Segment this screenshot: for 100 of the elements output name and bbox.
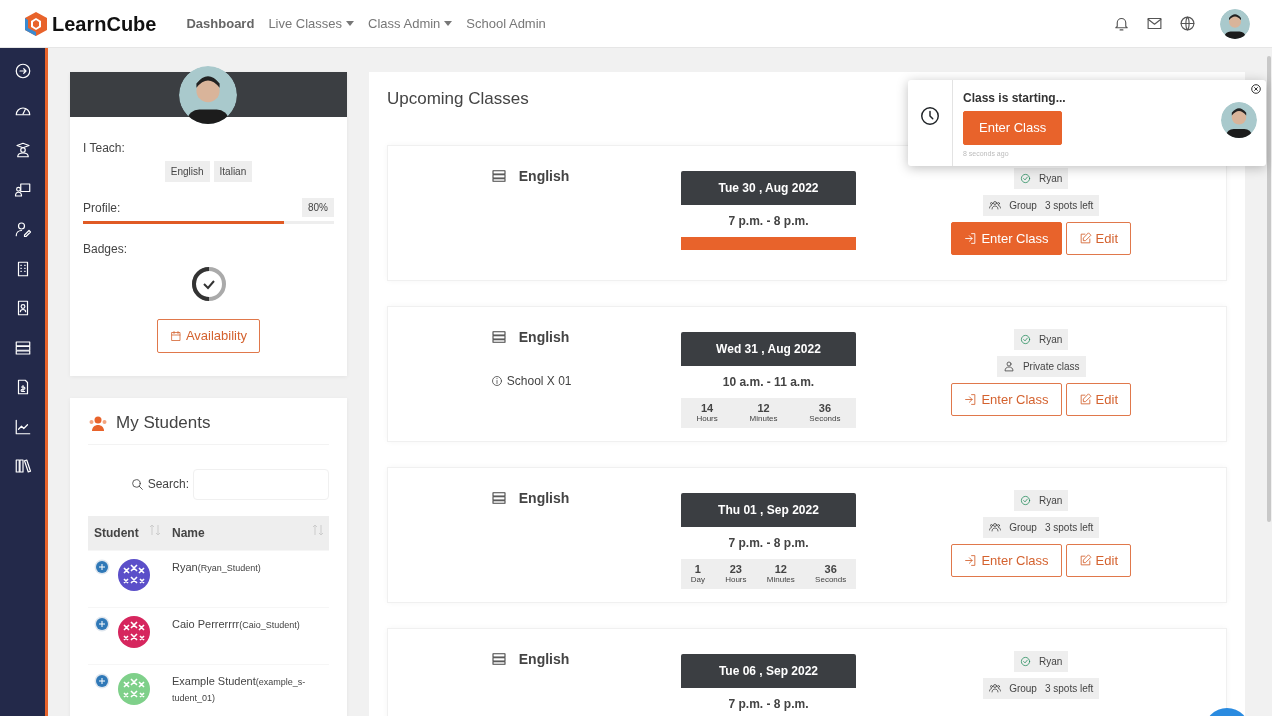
info-icon (490, 374, 503, 387)
expand-icon[interactable] (94, 615, 110, 632)
edit-icon (1078, 553, 1092, 567)
user-avatar (1220, 8, 1250, 39)
countdown-unit: Day (690, 575, 705, 584)
countdown-unit: Minutes (766, 575, 795, 584)
class-type-tag: Private class (996, 355, 1086, 377)
badges-label: Badges: (83, 241, 129, 258)
class-type-tag: Group 3 spots left (983, 677, 1100, 699)
group-icon (989, 521, 1002, 533)
check-circle-icon (1020, 494, 1032, 506)
nav-link[interactable]: Dashboard (186, 13, 255, 34)
edit-button[interactable]: Edit (1065, 543, 1131, 577)
expand-icon[interactable] (94, 672, 110, 689)
calendar-icon (169, 329, 182, 342)
check-circle-icon (1020, 172, 1032, 184)
logo-icon (24, 10, 48, 37)
countdown-value: 12 (756, 402, 771, 415)
class-type-tag: Group 3 spots left (983, 516, 1100, 538)
class-date: Tue 30 , Aug 2022 (680, 170, 857, 205)
edit-button[interactable]: Edit (1065, 382, 1131, 416)
edit-button[interactable]: Edit (1065, 221, 1131, 255)
group-icon (989, 682, 1002, 694)
student-name: Caio Perrerrrr(Caio_Student) (172, 617, 300, 630)
class-type-tag: Group 3 spots left (983, 194, 1100, 216)
library-icon[interactable] (13, 457, 32, 475)
enter-class-button[interactable]: Enter Class (963, 111, 1063, 145)
teacher-tag: Ryan (1014, 650, 1069, 672)
user-icon (1002, 360, 1015, 372)
enter-icon (964, 553, 978, 567)
countdown-value: 23 (728, 563, 743, 576)
clock-icon (919, 105, 941, 127)
teacher-tag: Ryan (1014, 328, 1069, 350)
users-icon (88, 414, 108, 431)
countdown-unit: Seconds (809, 414, 841, 423)
teach-label: I Teach: (83, 140, 126, 157)
countdown-value: 1 (693, 563, 702, 576)
notification-avatar (1221, 102, 1257, 138)
class-time: 10 a.m. - 11 a.m. (721, 373, 816, 391)
teacher-board-icon[interactable] (13, 180, 32, 199)
profile-label: Profile: (83, 200, 121, 217)
search-label: Search: (130, 475, 189, 493)
expand-icon[interactable] (94, 558, 110, 575)
profile-avatar (179, 66, 237, 124)
server-icon (490, 651, 507, 667)
teacher-tag: Ryan (1014, 489, 1069, 511)
enter-icon (964, 231, 978, 245)
class-location: School X 01 (506, 372, 572, 390)
language-tag: English (164, 161, 210, 182)
class-language: English (518, 488, 570, 508)
students-title: My Students (116, 412, 211, 434)
check-circle-icon (1020, 655, 1032, 667)
countdown-unit: Minutes (749, 414, 778, 423)
enter-class-button[interactable]: Enter Class (951, 382, 1062, 416)
class-date: Wed 31 , Aug 2022 (680, 331, 857, 366)
server-icon (490, 329, 507, 345)
edit-icon (1078, 231, 1092, 245)
column-header[interactable]: Name (172, 523, 205, 542)
class-date: Tue 06 , Sep 2022 (680, 653, 857, 688)
class-time: 7 p.m. - 8 p.m. (727, 695, 810, 713)
availability-button[interactable]: Availability (156, 319, 261, 353)
countdown-unit: Seconds (815, 575, 847, 584)
search-icon (130, 477, 144, 491)
nav-link[interactable]: Live Classes (268, 13, 355, 34)
countdown-value: 14 (699, 402, 715, 415)
badge-progress-icon (190, 266, 227, 302)
countdown-unit: Hours (696, 414, 718, 423)
class-time: 7 p.m. - 8 p.m. (727, 212, 810, 230)
server-icon (490, 168, 507, 184)
class-language: English (518, 327, 570, 347)
check-circle-icon (1020, 333, 1032, 345)
countdown-value: 36 (823, 563, 838, 576)
enter-class-button[interactable]: Enter Class (951, 543, 1062, 577)
edit-icon (1078, 392, 1092, 406)
profile-percent: 80% (302, 198, 334, 217)
class-time: 7 p.m. - 8 p.m. (727, 534, 810, 552)
graduate-icon[interactable] (13, 141, 32, 159)
countdown-unit: Hours (725, 575, 747, 584)
chart-icon[interactable] (13, 417, 32, 436)
mail-icon[interactable] (1146, 15, 1163, 32)
class-language: English (518, 166, 570, 186)
bell-icon[interactable] (1113, 15, 1130, 32)
group-icon (989, 199, 1002, 211)
server-icon[interactable] (13, 338, 32, 357)
server-icon (490, 490, 507, 506)
enter-class-button[interactable]: Enter Class (951, 221, 1062, 255)
student-name: Example Student(example_s-tudent_01) (172, 674, 306, 703)
globe-icon[interactable] (1179, 15, 1196, 32)
class-language: English (518, 649, 570, 669)
class-date: Thu 01 , Sep 2022 (680, 492, 857, 527)
close-icon[interactable] (1251, 84, 1261, 94)
notification-title: Class is starting... (963, 90, 1067, 107)
enter-icon (964, 392, 978, 406)
user-edit-icon[interactable] (13, 220, 32, 238)
nav-link[interactable]: School Admin (466, 13, 546, 34)
language-tag: Italian (213, 161, 253, 182)
upcoming-title: Upcoming Classes (387, 89, 529, 108)
brand-name[interactable]: LearnCube (52, 8, 157, 39)
arrow-circle-icon[interactable] (13, 62, 32, 80)
nav-link[interactable]: Class Admin (368, 13, 453, 34)
